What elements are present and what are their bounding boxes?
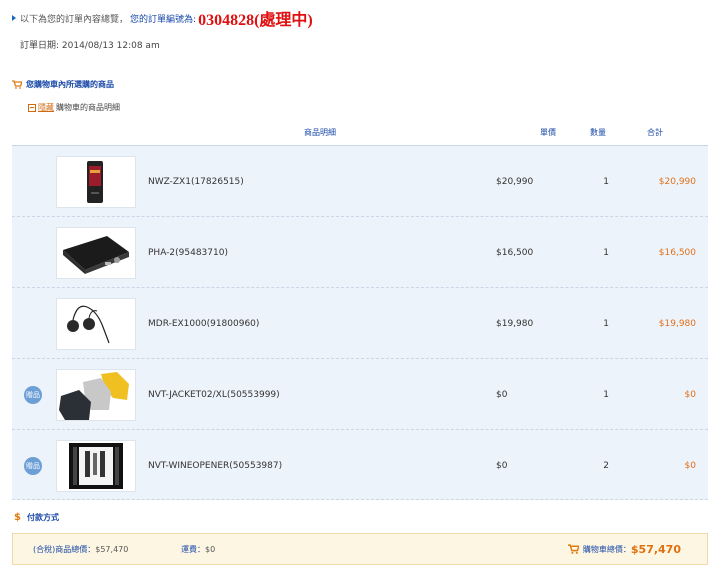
cart-detail-label: 購物車的商品明細 xyxy=(56,103,120,112)
product-image-jackets[interactable] xyxy=(56,369,136,421)
subtotal: (合稅)商品總價： $57,470 xyxy=(33,534,128,564)
cart-section-label: 您購物車內所選購的商品 xyxy=(26,80,114,89)
hide-details-link[interactable]: 隱藏 xyxy=(38,102,54,113)
quantity: 1 xyxy=(603,247,609,258)
header-price: 單價 xyxy=(540,128,556,137)
line-total: $19,980 xyxy=(658,318,696,329)
cart-items-table: NWZ-ZX1(17826515) $20,990 1 $20,990 PHA-… xyxy=(12,145,708,500)
payment-method-title: $ 付款方式 xyxy=(14,512,59,523)
product-name[interactable]: NVT-JACKET02/XL(50553999) xyxy=(148,359,280,430)
quantity: 1 xyxy=(603,389,609,400)
cart-detail-toggle: 隱藏 購物車的商品明細 xyxy=(28,102,120,113)
subtotal-label: (合稅)商品總價： xyxy=(33,544,96,554)
grand-total-label: 購物車總價： xyxy=(582,544,631,554)
quantity: 1 xyxy=(603,318,609,329)
order-summary-bar: (合稅)商品總價： $57,470 運費： $0 購物車總價： $57,470 xyxy=(12,533,708,565)
subtotal-value: $57,470 xyxy=(95,544,129,554)
header-total: 合計 xyxy=(647,128,663,137)
grand-total-value: $57,470 xyxy=(630,542,681,556)
shopping-cart-icon xyxy=(12,80,23,89)
unit-price: $0 xyxy=(496,389,508,400)
product-image-amplifier[interactable] xyxy=(56,227,136,279)
order-header: 以下為您的訂單內容總覽， 您的訂單編號為: 0304828(處理中) xyxy=(12,8,313,29)
collapse-icon[interactable] xyxy=(28,103,36,112)
shipping-value: $0 xyxy=(205,544,216,554)
table-row: MDR-EX1000(91800960) $19,980 1 $19,980 xyxy=(12,287,708,358)
header-detail: 商品明細 xyxy=(304,128,336,137)
unit-price: $16,500 xyxy=(496,247,534,258)
header-qty: 數量 xyxy=(590,128,606,137)
table-row: PHA-2(95483710) $16,500 1 $16,500 xyxy=(12,216,708,287)
quantity: 1 xyxy=(603,176,609,187)
shipping: 運費： $0 xyxy=(181,534,215,564)
cart-section-title: 您購物車內所選購的商品 xyxy=(12,79,114,90)
table-row: 贈品 NVT-JACKET02/XL(50553999) $0 1 $0 xyxy=(12,358,708,429)
product-name[interactable]: MDR-EX1000(91800960) xyxy=(148,288,259,359)
unit-price: $19,980 xyxy=(496,318,534,329)
order-number: 0304828(處理中) xyxy=(198,12,313,29)
grand-total: 購物車總價： $57,470 xyxy=(567,534,681,564)
order-number-label: 您的訂單編號為: xyxy=(130,14,197,25)
product-image-walkman[interactable] xyxy=(56,156,136,208)
payment-method-label: 付款方式 xyxy=(26,513,59,522)
product-name[interactable]: NVT-WINEOPENER(50553987) xyxy=(148,430,282,501)
table-row: NWZ-ZX1(17826515) $20,990 1 $20,990 xyxy=(12,145,708,216)
table-row: 贈品 NVT-WINEOPENER(50553987) $0 2 $0 xyxy=(12,429,708,500)
line-total: $16,500 xyxy=(658,247,696,258)
line-total: $20,990 xyxy=(658,176,696,187)
dollar-icon: $ xyxy=(14,512,21,523)
quantity: 2 xyxy=(603,460,609,471)
shipping-label: 運費： xyxy=(181,544,205,554)
product-image-wine-opener[interactable] xyxy=(56,440,136,492)
gift-badge: 贈品 xyxy=(24,386,42,404)
product-image-earphones[interactable] xyxy=(56,298,136,350)
shopping-cart-icon xyxy=(567,544,580,554)
product-name[interactable]: NWZ-ZX1(17826515) xyxy=(148,146,244,217)
gift-badge: 贈品 xyxy=(24,457,42,475)
line-total: $0 xyxy=(684,389,696,400)
order-intro: 以下為您的訂單內容總覽， xyxy=(20,14,129,25)
line-total: $0 xyxy=(684,460,696,471)
bullet-arrow-icon xyxy=(12,15,16,21)
unit-price: $20,990 xyxy=(496,176,534,187)
unit-price: $0 xyxy=(496,460,508,471)
product-name[interactable]: PHA-2(95483710) xyxy=(148,217,228,288)
order-date: 訂單日期: 2014/08/13 12:08 am xyxy=(20,41,160,51)
